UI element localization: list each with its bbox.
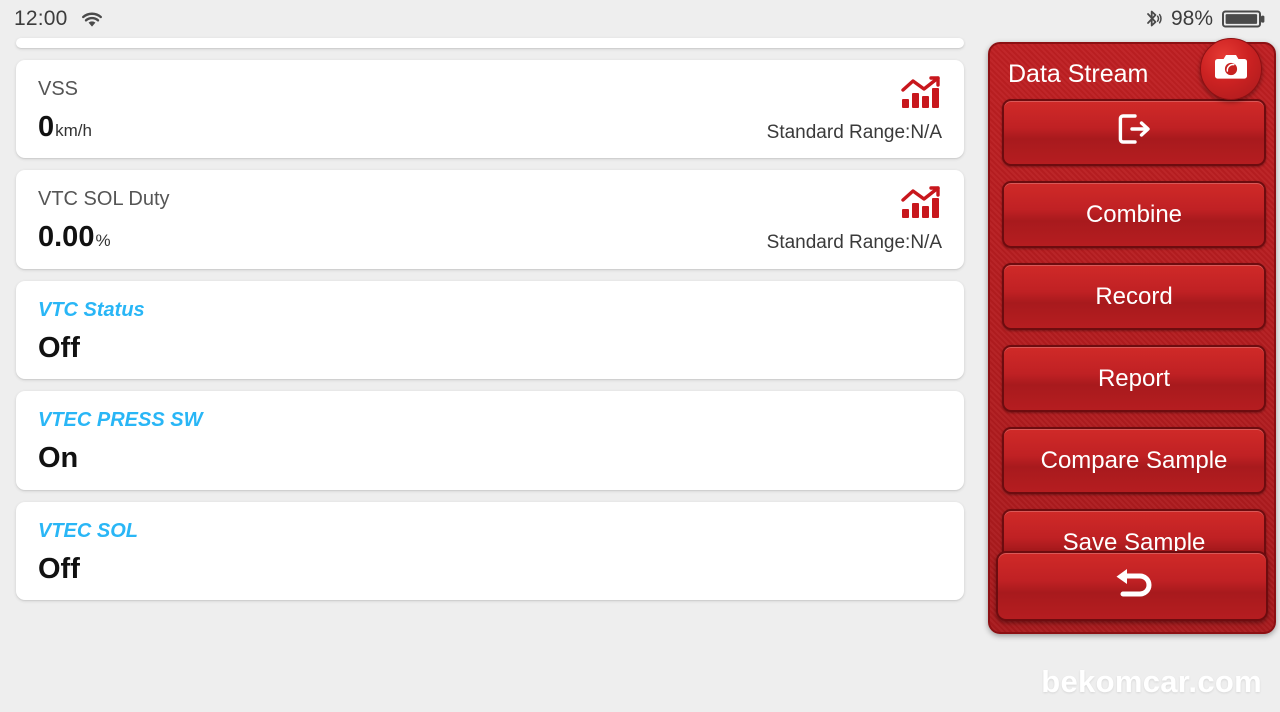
record-button[interactable]: Record <box>1002 263 1266 330</box>
row-value: 0 <box>38 111 55 143</box>
row-standard-range: Standard Range:N/A <box>766 232 942 254</box>
battery-icon <box>1222 8 1266 30</box>
row-value: Off <box>38 552 80 585</box>
row-value: Off <box>38 331 80 364</box>
table-row[interactable]: VTC Status Off <box>16 280 964 380</box>
camera-icon <box>1213 52 1249 87</box>
combine-button[interactable]: Combine <box>1002 181 1266 248</box>
side-panel: Data Stream Combine Record Report Compar… <box>988 42 1276 634</box>
battery-percent-label: 98% <box>1170 7 1213 30</box>
status-time: 12:00 <box>14 7 68 30</box>
row-value-group: Off <box>38 552 942 585</box>
back-arrow-icon <box>1107 564 1157 609</box>
exit-icon <box>1115 111 1153 154</box>
row-value: On <box>38 442 79 475</box>
table-row[interactable]: VSS 0 km/h Standard Range:N/A <box>16 60 964 159</box>
report-button-label: Report <box>1097 364 1171 392</box>
row-label: VTEC SOL <box>38 519 139 542</box>
row-unit: km/h <box>55 121 92 140</box>
record-button-label: Record <box>1095 282 1173 310</box>
row-value: 0.00 <box>38 221 95 254</box>
wifi-icon <box>80 10 104 29</box>
compare-sample-button-label: Compare Sample <box>1040 446 1228 474</box>
row-right-group: Standard Range:N/A <box>767 76 942 144</box>
table-row[interactable]: VTEC SOL Off <box>16 501 964 601</box>
status-bar-right: 98% <box>1142 7 1266 31</box>
list-item-clipped-top[interactable] <box>16 38 964 48</box>
row-value-group: On <box>38 442 942 475</box>
chart-icon[interactable] <box>900 76 942 115</box>
row-right-group: Standard Range:N/A <box>767 186 942 254</box>
status-bar-left: 12:00 <box>14 7 104 31</box>
data-stream-list[interactable]: VSS 0 km/h Standard Range:N/A VTC SOL Du… <box>0 38 980 712</box>
status-bar: 12:00 98% <box>0 0 1280 38</box>
row-standard-range: Standard Range:N/A <box>766 122 942 143</box>
row-label: VTC Status <box>38 298 145 321</box>
row-value-group: Off <box>38 331 942 364</box>
row-unit: % <box>95 231 111 251</box>
back-button[interactable] <box>996 551 1268 621</box>
table-row[interactable]: VTEC PRESS SW On <box>16 391 964 490</box>
chart-icon[interactable] <box>900 186 942 225</box>
report-button[interactable]: Report <box>1002 345 1266 412</box>
table-row[interactable]: VTC SOL Duty 0.00 % Standard Range:N/A <box>16 170 964 269</box>
combine-button-label: Combine <box>1085 200 1183 228</box>
compare-sample-button[interactable]: Compare Sample <box>1002 427 1266 494</box>
bluetooth-icon <box>1142 8 1162 30</box>
exit-button[interactable] <box>1002 99 1266 166</box>
row-label: VTEC PRESS SW <box>38 409 203 432</box>
site-watermark: bekomcar.com <box>1041 664 1262 699</box>
screenshot-button[interactable] <box>1200 38 1262 100</box>
screen-root: 12:00 98% VSS 0 km/h Standard Range:N/A … <box>0 0 1280 712</box>
